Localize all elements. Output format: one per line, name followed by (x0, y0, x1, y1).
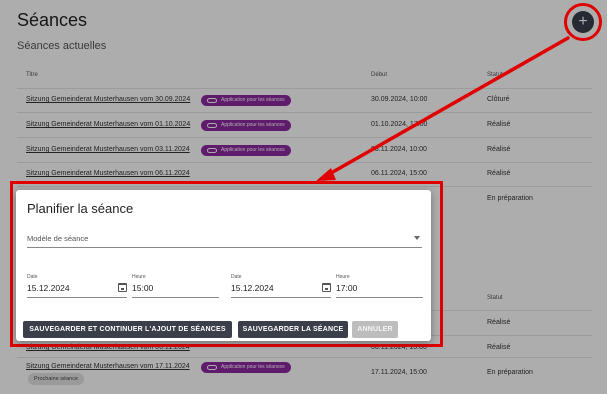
start-time-label: Heure (132, 274, 146, 280)
end-time-value: 17:00 (336, 283, 358, 293)
cancel-button[interactable]: ANNULER (352, 321, 398, 338)
dialog-title: Planifier la séance (27, 201, 134, 216)
start-time-field[interactable]: Heure 15:00 (132, 274, 219, 298)
session-template-placeholder: Modèle de séance (27, 234, 89, 243)
calendar-icon[interactable] (118, 283, 127, 292)
schedule-session-dialog: Planifier la séance Modèle de séance Dat… (16, 190, 431, 341)
chevron-down-icon (414, 236, 420, 240)
start-time-value: 15:00 (132, 283, 154, 293)
end-date-value: 15.12.2024 (231, 283, 274, 293)
save-and-continue-button[interactable]: SAUVEGARDER ET CONTINUER L'AJOUT DE SÉAN… (23, 321, 232, 338)
start-date-label: Date (27, 274, 38, 280)
end-date-field[interactable]: Date 15.12.2024 (231, 274, 331, 298)
end-time-field[interactable]: Heure 17:00 (336, 274, 423, 298)
start-date-value: 15.12.2024 (27, 283, 70, 293)
session-template-select[interactable]: Modèle de séance (27, 230, 422, 248)
save-session-button[interactable]: SAUVEGARDER LA SÉANCE (238, 321, 348, 338)
calendar-icon[interactable] (322, 283, 331, 292)
end-date-label: Date (231, 274, 242, 280)
start-date-field[interactable]: Date 15.12.2024 (27, 274, 127, 298)
end-time-label: Heure (336, 274, 350, 280)
